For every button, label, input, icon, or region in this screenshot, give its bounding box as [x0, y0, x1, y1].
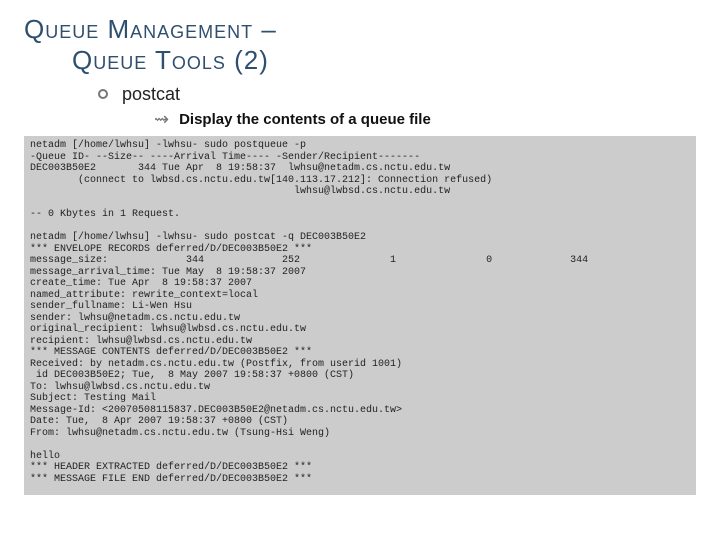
bullet-level-2: ⇝ Display the contents of a queue file	[154, 109, 696, 130]
title-line-1: Queue Management –	[24, 14, 696, 45]
slide-title: Queue Management – Queue Tools (2)	[24, 14, 696, 76]
wave-icon: ⇝	[154, 109, 169, 130]
hollow-circle-icon	[98, 89, 108, 99]
bullet-1-text: postcat	[122, 84, 180, 104]
bullet-level-1: postcat	[98, 84, 696, 105]
slide: Queue Management – Queue Tools (2) postc…	[0, 0, 720, 540]
terminal-output: netadm [/home/lwhsu] -lwhsu- sudo postqu…	[24, 136, 696, 495]
bullet-2-text: Display the contents of a queue file	[179, 111, 431, 128]
title-line-2: Queue Tools (2)	[24, 45, 696, 76]
